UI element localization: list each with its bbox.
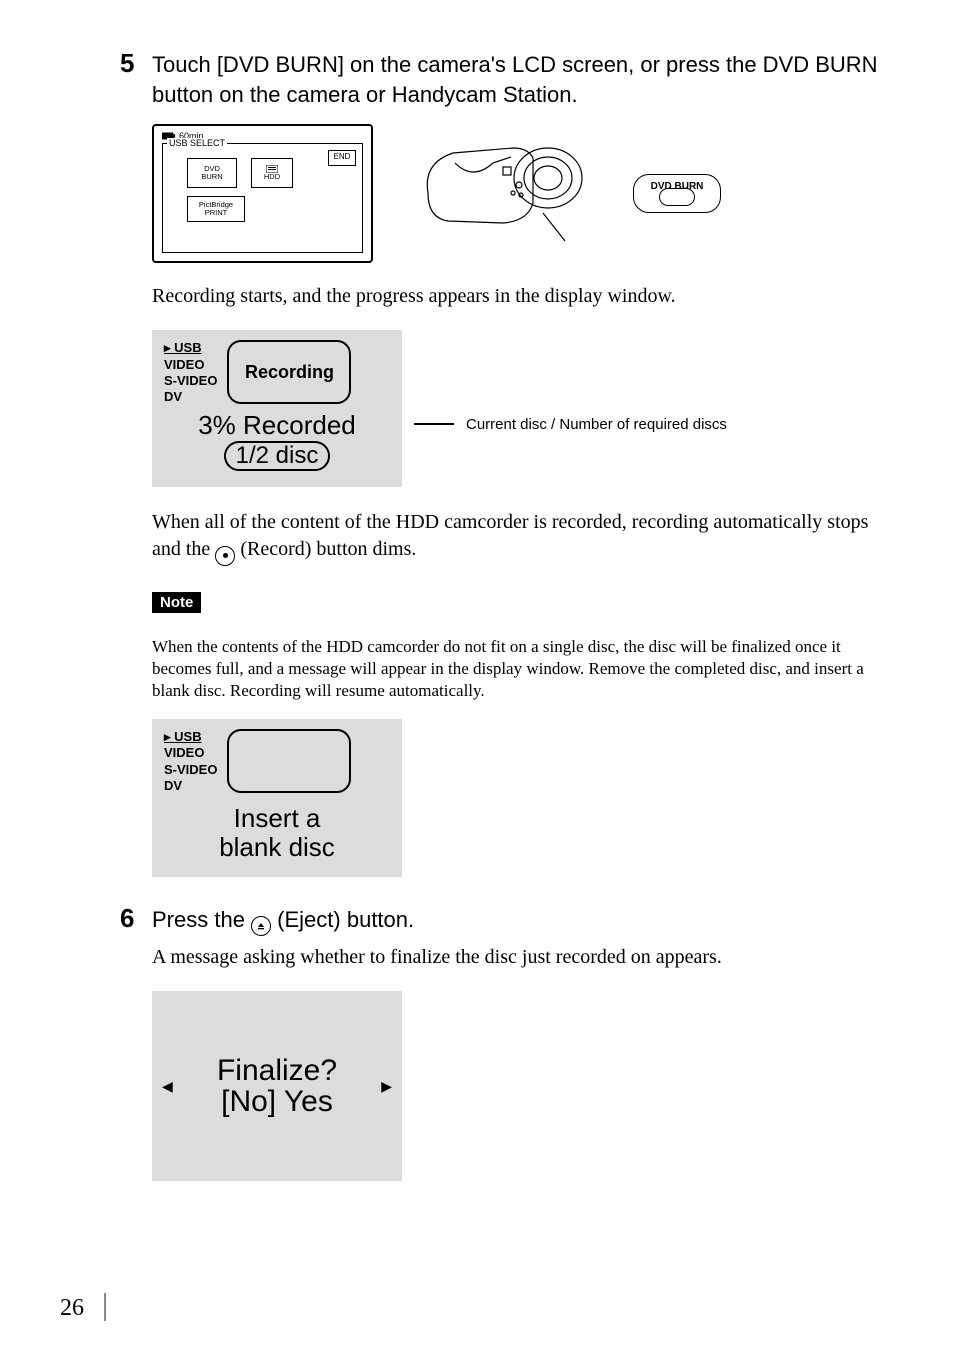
recording-bubble: Recording xyxy=(227,340,351,404)
lcd-hdd-button[interactable]: HDD xyxy=(251,158,293,188)
insert-line-1: Insert a xyxy=(164,804,390,833)
mode-video: VIDEO xyxy=(164,357,217,373)
right-arrow-icon: ▶ xyxy=(381,1078,392,1095)
lcd-dvd-burn-button[interactable]: DVD BURN xyxy=(187,158,237,188)
callout-leader-line xyxy=(414,423,454,425)
recording-status-display: USB VIDEO S-VIDEO DV Recording 3% Record… xyxy=(152,330,402,487)
lcd-hdd-label: HDD xyxy=(264,173,280,181)
finalize-prompt-display: ◀ Finalize? [No] Yes ▶ xyxy=(152,991,402,1181)
step-6-body: A message asking whether to finalize the… xyxy=(152,944,894,971)
note-label: Note xyxy=(152,592,201,613)
insert-disc-display: USB VIDEO S-VIDEO DV Insert a blank disc xyxy=(152,719,402,877)
page-number: 26 xyxy=(60,1295,84,1321)
lcd-dvd-burn-label: DVD BURN xyxy=(201,165,222,182)
lcd-end-label: END xyxy=(334,153,351,162)
input-mode-list: USB VIDEO S-VIDEO DV xyxy=(164,340,217,405)
step-5-number: 5 xyxy=(120,48,152,79)
camcorder-illustration xyxy=(393,123,613,263)
step-6-heading: Press the (Eject) button. xyxy=(152,905,414,936)
step-5-completion-text: When all of the content of the HDD camco… xyxy=(152,509,894,566)
mode-dv: DV xyxy=(164,389,217,405)
dvd-burn-physical-button: DVD BURN xyxy=(633,174,721,213)
lcd-end-button[interactable]: END xyxy=(328,150,356,166)
record-icon xyxy=(215,546,235,566)
mode2-usb: USB xyxy=(164,729,217,745)
step-6-head-a: Press the xyxy=(152,907,251,932)
step-6-number: 6 xyxy=(120,903,152,934)
mode2-svideo: S-VIDEO xyxy=(164,762,217,778)
finalize-line-2: [No] Yes xyxy=(217,1086,337,1118)
lcd-pictbridge-button[interactable]: PictBridge PRINT xyxy=(187,196,245,222)
completion-text-b: (Record) button dims. xyxy=(240,538,416,560)
lcd-frame-title: USB SELECT xyxy=(167,138,227,148)
input-mode-list-2: USB VIDEO S-VIDEO DV xyxy=(164,729,217,794)
lcd-pictbridge-label: PictBridge PRINT xyxy=(199,201,233,218)
empty-bubble xyxy=(227,729,351,793)
mode2-video: VIDEO xyxy=(164,745,217,761)
progress-percent: 3% Recorded xyxy=(164,411,390,440)
camera-lcd-screen: 60min USB SELECT DVD BURN HDD END xyxy=(152,124,373,263)
insert-line-2: blank disc xyxy=(164,833,390,862)
mode-svideo: S-VIDEO xyxy=(164,373,217,389)
page-number-divider xyxy=(104,1293,106,1321)
finalize-line-1: Finalize? xyxy=(217,1055,337,1087)
mode-usb: USB xyxy=(164,340,217,356)
eject-icon xyxy=(251,916,271,936)
disc-count: 1/2 disc xyxy=(224,441,331,471)
step-5-result-text: Recording starts, and the progress appea… xyxy=(152,283,894,310)
step-5-heading: Touch [DVD BURN] on the camera's LCD scr… xyxy=(152,50,894,109)
disc-count-callout: Current disc / Number of required discs xyxy=(466,416,727,433)
dvd-burn-button-icon xyxy=(659,188,695,206)
step-6-head-b: (Eject) button. xyxy=(277,907,414,932)
note-text: When the contents of the HDD camcorder d… xyxy=(152,636,894,702)
mode2-dv: DV xyxy=(164,778,217,794)
left-arrow-icon: ◀ xyxy=(162,1078,173,1095)
